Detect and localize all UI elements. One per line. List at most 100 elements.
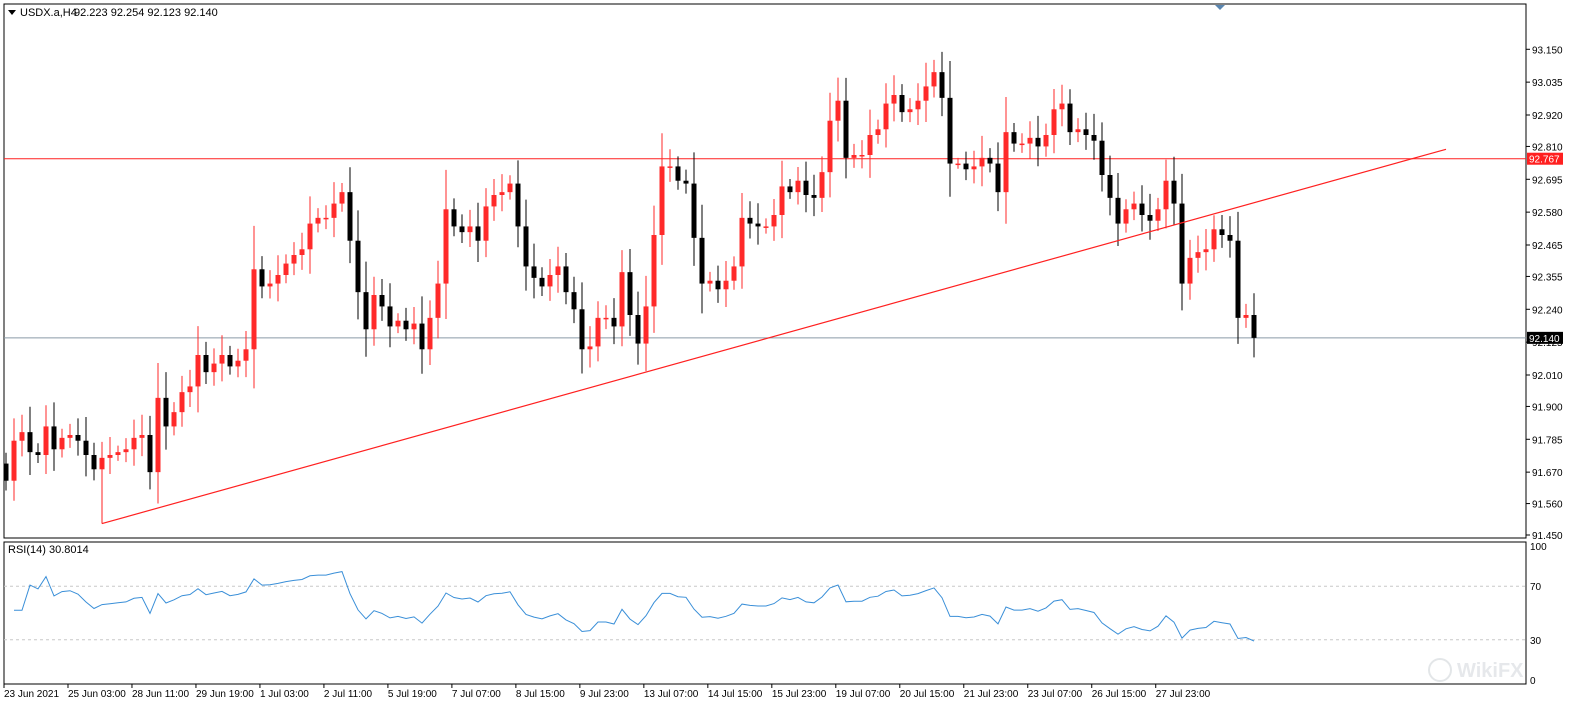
price-tick-label: 91.450 xyxy=(1532,531,1563,542)
candle-bear xyxy=(403,320,409,330)
rsi-tick-label: 70 xyxy=(1530,582,1542,593)
price-tick-label: 91.900 xyxy=(1532,402,1563,413)
candle-bear xyxy=(531,266,537,278)
resistance-price-label: 92.767 xyxy=(1529,155,1560,166)
time-tick-label: 1 Jul 03:00 xyxy=(260,689,309,700)
chart-window[interactable]: USDX.a,H4 92.223 92.254 92.123 92.140 RS… xyxy=(0,0,1583,711)
watermark-logo-icon xyxy=(1428,658,1452,682)
candle-bull xyxy=(283,263,289,275)
candle-bull xyxy=(1131,203,1137,210)
candle-bull xyxy=(195,355,201,387)
candle-bull xyxy=(275,275,281,284)
candle-bear xyxy=(35,452,41,455)
candle-bull xyxy=(1027,137,1033,144)
rsi-series xyxy=(14,571,1255,642)
candle-bull xyxy=(67,435,73,438)
candle-bear xyxy=(51,426,57,450)
candle-bear xyxy=(1179,203,1185,284)
candle-bull xyxy=(907,109,913,113)
candle-bull xyxy=(307,223,313,250)
candle-bull xyxy=(123,449,129,453)
time-tick-label: 29 Jun 19:00 xyxy=(196,689,254,700)
candle-bull xyxy=(723,280,729,290)
candle-bull xyxy=(547,275,553,287)
watermark: WikiFX xyxy=(1428,658,1524,682)
chart-svg[interactable]: USDX.a,H4 92.223 92.254 92.123 92.140 RS… xyxy=(0,0,1583,711)
rsi-axis: 100 70 30 0 xyxy=(4,542,1547,687)
candle-bear xyxy=(1083,129,1089,135)
candle-bear xyxy=(811,195,817,198)
candle-bull xyxy=(667,166,673,168)
candle-bull xyxy=(131,437,137,450)
rsi-label: RSI(14) 30.8014 xyxy=(8,544,89,556)
candle-bear xyxy=(91,455,97,470)
candle-bull xyxy=(331,203,337,218)
time-tick-label: 5 Jul 19:00 xyxy=(388,689,437,700)
candle-bull xyxy=(779,186,785,215)
candle-bull xyxy=(155,397,161,473)
candle-bull xyxy=(507,183,513,193)
main-panel-frame xyxy=(3,3,1527,539)
candle-bear xyxy=(459,226,465,233)
candle-bull xyxy=(707,280,713,284)
price-tick-label: 91.785 xyxy=(1532,435,1563,446)
time-tick-label: 20 Jul 15:00 xyxy=(900,689,955,700)
header-ohlc: 92.223 92.254 92.123 92.140 xyxy=(74,7,218,19)
candle-bull xyxy=(443,209,449,284)
candle-bull xyxy=(107,455,113,458)
time-tick-label: 26 Jul 15:00 xyxy=(1092,689,1147,700)
candle-bull xyxy=(235,360,241,367)
candle-bear xyxy=(947,97,953,164)
price-tick-label: 92.010 xyxy=(1532,371,1563,382)
candle-bull xyxy=(739,217,745,267)
rsi-tick-label: 30 xyxy=(1530,636,1542,647)
candle-bull xyxy=(323,217,329,220)
price-tick-label: 93.150 xyxy=(1532,45,1563,56)
chart-menu-triangle-icon[interactable] xyxy=(8,10,16,15)
candle-bear xyxy=(1235,240,1241,318)
candle-bear xyxy=(355,240,361,293)
candle-bear xyxy=(1251,315,1257,338)
candle-bull xyxy=(371,295,377,330)
candle-bull xyxy=(115,452,121,455)
candle-bull xyxy=(1051,109,1057,135)
price-tick-label: 91.560 xyxy=(1532,500,1563,511)
candle-bull xyxy=(651,235,657,307)
candle-bull xyxy=(411,323,417,330)
time-tick-label: 13 Jul 07:00 xyxy=(644,689,699,700)
candle-bear xyxy=(539,277,545,287)
candle-bear xyxy=(995,163,1001,193)
candle-bear xyxy=(83,440,89,455)
candle-bear xyxy=(963,163,969,170)
candle-bear xyxy=(635,315,641,344)
candle-bull xyxy=(955,163,961,166)
candle-bear xyxy=(259,269,265,287)
candle-bull xyxy=(435,283,441,318)
candle-bear xyxy=(699,237,705,284)
time-tick-label: 15 Jul 23:00 xyxy=(772,689,827,700)
candle-bear xyxy=(1227,235,1233,241)
candle-bull xyxy=(1059,103,1065,110)
header-symbol-timeframe: USDX.a,H4 xyxy=(20,7,77,19)
candle-bear xyxy=(1011,132,1017,144)
candle-bull xyxy=(595,317,601,347)
candle-bull xyxy=(971,166,977,170)
current-price-label: 92.140 xyxy=(1529,334,1560,345)
candle-bull xyxy=(795,180,801,193)
candle-bear xyxy=(451,209,457,227)
candle-bull xyxy=(59,437,65,450)
chart-shift-marker-icon[interactable] xyxy=(1215,5,1225,10)
candle-bear xyxy=(1171,180,1177,204)
candle-bull xyxy=(299,249,305,255)
candle-bear xyxy=(387,306,393,327)
candle-bear xyxy=(1147,215,1153,221)
candle-bull xyxy=(763,226,769,228)
price-tick-label: 92.580 xyxy=(1532,208,1563,219)
candle-bear xyxy=(163,397,169,427)
price-tick-label: 92.240 xyxy=(1532,305,1563,316)
candle-bear xyxy=(147,435,153,473)
candle-bull xyxy=(587,346,593,350)
candle-bull xyxy=(243,349,249,361)
time-axis: 23 Jun 2021 25 Jun 03:00 28 Jun 11:00 29 Ju… xyxy=(3,684,1211,700)
candle-bear xyxy=(27,432,33,453)
